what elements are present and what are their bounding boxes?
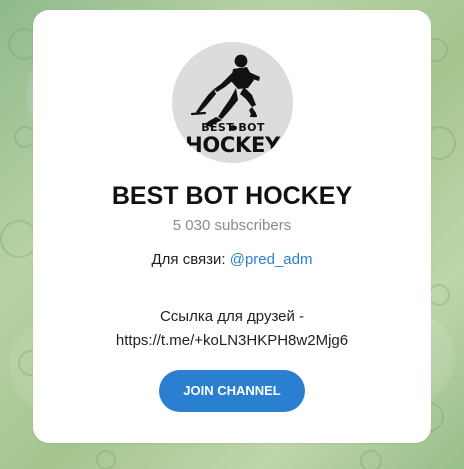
contact-handle-link[interactable]: @pred_adm bbox=[230, 251, 313, 268]
contact-line: Для связи: @pred_adm bbox=[33, 250, 431, 269]
channel-title: BEST BOT HOCKEY bbox=[111, 182, 353, 210]
friends-link-text: https://t.me/+koLN3HKPH8w2Mjg6 bbox=[115, 332, 349, 349]
logo-main-text: HOCKEY bbox=[185, 133, 280, 157]
background-doodle bbox=[96, 450, 116, 469]
friends-link-label: Ссылка для друзей - bbox=[159, 308, 305, 325]
channel-logo: BEST BOT HOCKEY bbox=[172, 42, 293, 163]
subscriber-count: 5 030 subscribers bbox=[172, 217, 292, 234]
background-doodle bbox=[360, 450, 382, 469]
background-doodle bbox=[428, 284, 450, 306]
contact-label: Для связи: bbox=[151, 251, 230, 268]
join-channel-button[interactable]: JOIN CHANNEL bbox=[159, 370, 305, 412]
channel-card: BEST BOT HOCKEY BEST BOT HOCKEY 5 030 su… bbox=[33, 10, 431, 443]
